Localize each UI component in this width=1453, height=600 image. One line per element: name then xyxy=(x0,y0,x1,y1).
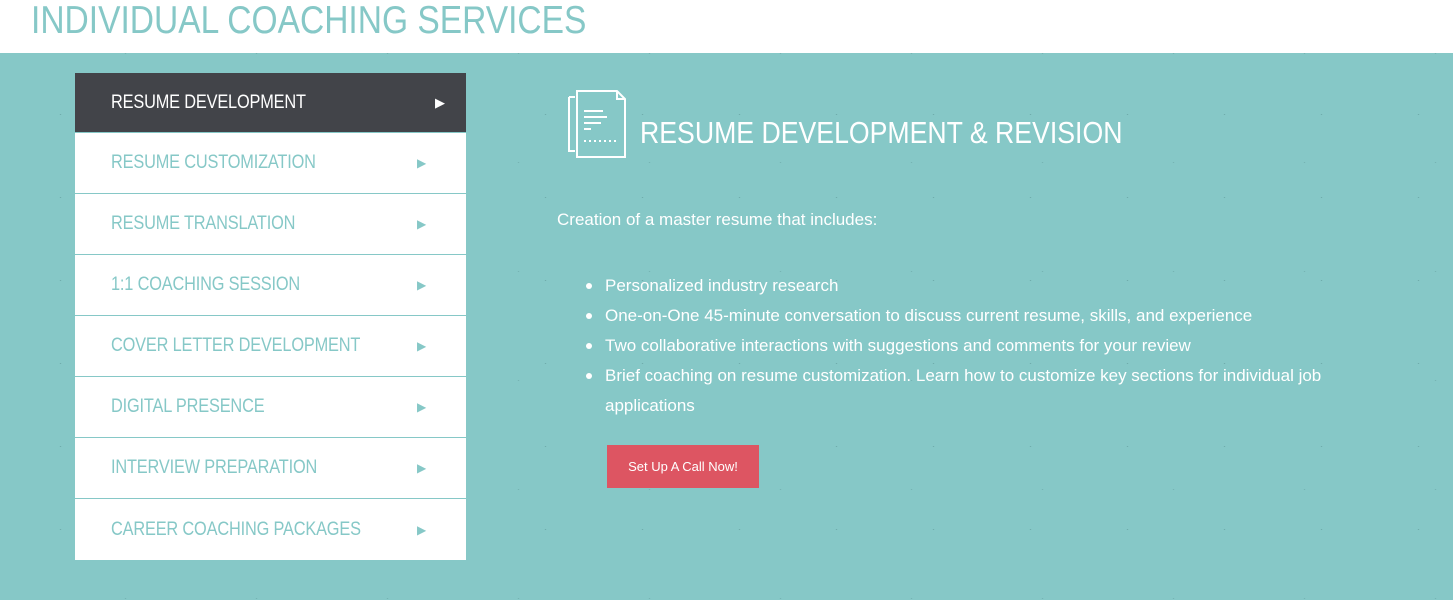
menu-item-cover-letter[interactable]: COVER LETTER DEVELOPMENT ▶ xyxy=(75,316,466,377)
list-item: Personalized industry research xyxy=(586,271,1325,301)
page-title: INDIVIDUAL COACHING SERVICES xyxy=(31,0,587,42)
menu-item-label: COVER LETTER DEVELOPMENT xyxy=(111,335,361,356)
services-menu: RESUME DEVELOPMENT ▶ RESUME CUSTOMIZATIO… xyxy=(75,73,466,560)
document-icon xyxy=(568,90,626,158)
menu-item-label: RESUME DEVELOPMENT xyxy=(111,91,306,113)
menu-item-label: 1:1 COACHING SESSION xyxy=(111,274,301,295)
list-item: Brief coaching on resume customization. … xyxy=(586,361,1325,421)
arrow-right-icon: ▶ xyxy=(417,522,427,537)
menu-item-label: CAREER COACHING PACKAGES xyxy=(111,518,361,540)
menu-item-coaching-session[interactable]: 1:1 COACHING SESSION ▶ xyxy=(75,255,466,316)
menu-item-label: RESUME TRANSLATION xyxy=(111,213,296,234)
list-item: One-on-One 45-minute conversation to dis… xyxy=(586,301,1325,331)
service-features-list: Personalized industry research One-on-On… xyxy=(586,271,1325,421)
menu-item-resume-translation[interactable]: RESUME TRANSLATION ▶ xyxy=(75,194,466,255)
arrow-right-icon: ▶ xyxy=(417,278,427,292)
menu-item-label: INTERVIEW PREPARATION xyxy=(111,457,318,478)
arrow-right-icon: ▶ xyxy=(417,400,427,414)
menu-item-resume-customization[interactable]: RESUME CUSTOMIZATION ▶ xyxy=(75,133,466,194)
set-up-call-button[interactable]: Set Up A Call Now! xyxy=(607,445,759,488)
services-panel: RESUME DEVELOPMENT ▶ RESUME CUSTOMIZATIO… xyxy=(0,53,1453,600)
list-item: Two collaborative interactions with sugg… xyxy=(586,331,1325,361)
arrow-right-icon: ▶ xyxy=(417,339,427,353)
menu-item-label: RESUME CUSTOMIZATION xyxy=(111,152,316,173)
menu-item-label: DIGITAL PRESENCE xyxy=(111,396,265,417)
service-intro: Creation of a master resume that include… xyxy=(557,210,878,229)
service-title: RESUME DEVELOPMENT & REVISION xyxy=(640,115,1123,150)
arrow-right-icon: ▶ xyxy=(417,156,427,170)
page: INDIVIDUAL COACHING SERVICES RESUME DEVE… xyxy=(0,0,1453,600)
arrow-right-icon: ▶ xyxy=(417,217,427,231)
menu-item-resume-development[interactable]: RESUME DEVELOPMENT ▶ xyxy=(75,73,466,133)
menu-item-interview-preparation[interactable]: INTERVIEW PREPARATION ▶ xyxy=(75,438,466,499)
menu-item-career-coaching-packages[interactable]: CAREER COACHING PACKAGES ▶ xyxy=(75,499,466,560)
header: INDIVIDUAL COACHING SERVICES xyxy=(0,0,1453,53)
arrow-right-icon: ▶ xyxy=(417,461,427,475)
arrow-right-icon: ▶ xyxy=(435,94,445,110)
menu-item-digital-presence[interactable]: DIGITAL PRESENCE ▶ xyxy=(75,377,466,438)
